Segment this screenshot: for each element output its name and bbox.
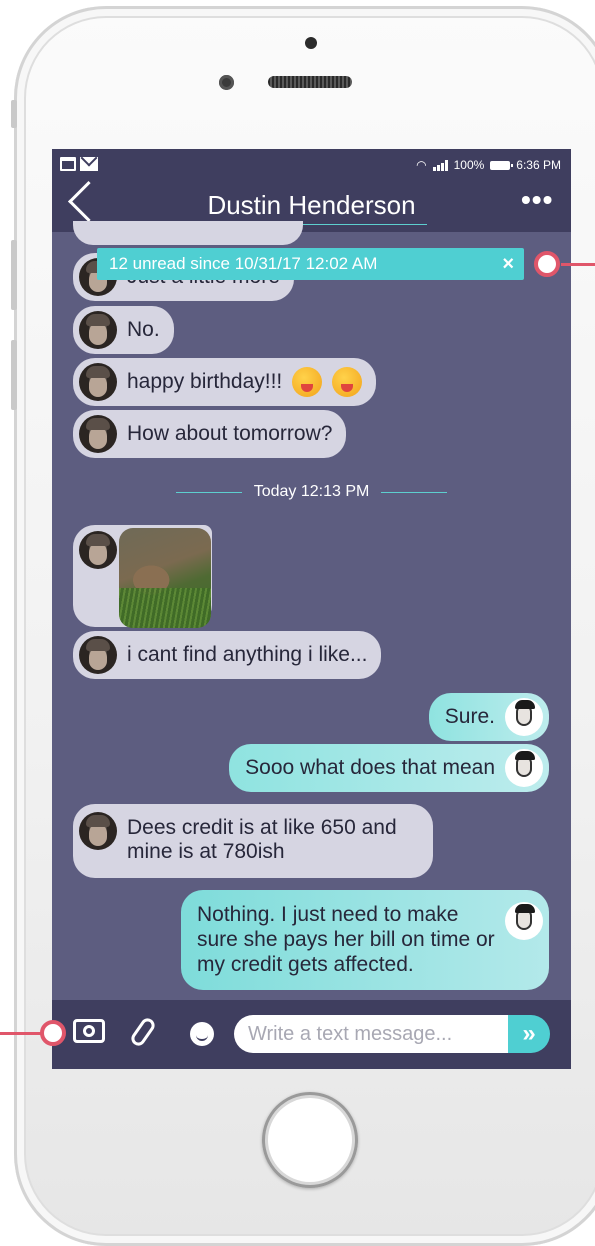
avatar — [505, 902, 543, 940]
photo-message[interactable] — [73, 525, 212, 628]
tongue-emoji-icon — [332, 367, 363, 397]
earpiece-speaker — [268, 76, 352, 88]
avatar — [79, 531, 117, 569]
callout-marker — [534, 251, 560, 277]
contact-name[interactable]: Dustin Henderson — [52, 190, 571, 221]
home-button[interactable] — [262, 1092, 358, 1188]
message-bubble-incoming[interactable]: No. — [73, 306, 174, 354]
list-item: How about tomorrow? — [73, 410, 347, 458]
divider-text: Today 12:13 PM — [253, 483, 370, 500]
divider-line — [175, 491, 242, 493]
list-item: i cant find anything i like... — [73, 631, 382, 679]
avatar — [79, 363, 117, 401]
message-bubble-incoming[interactable]: How about tomorrow? — [73, 410, 347, 458]
volume-up-button — [11, 240, 17, 310]
message-text: Nothing. I just need to make sure she pa… — [197, 903, 495, 976]
message-text: Sooo what does that mean — [245, 756, 495, 779]
message-text: Dees credit is at like 650 and mine is a… — [127, 816, 397, 863]
message-text: happy birthday!!! — [127, 370, 283, 393]
camera-icon[interactable] — [73, 1019, 105, 1043]
avatar — [79, 415, 117, 453]
send-button[interactable]: » — [508, 1015, 550, 1053]
list-item: Dees credit is at like 650 and mine is a… — [73, 804, 433, 878]
unread-text: 12 unread since 10/31/17 12:02 AM — [109, 254, 378, 273]
proximity-sensor — [305, 37, 317, 49]
list-item: Sure. — [428, 693, 549, 741]
avatar — [79, 812, 117, 850]
emoji-icon[interactable] — [190, 1022, 214, 1046]
paperclip-icon[interactable] — [128, 1015, 158, 1049]
close-icon[interactable]: × — [502, 253, 514, 276]
message-text: Sure. — [444, 705, 495, 728]
battery-percent: 100% — [453, 158, 485, 172]
message-text: i cant find anything i like... — [127, 643, 368, 666]
callout-line — [0, 1032, 44, 1035]
list-item: happy birthday!!! — [73, 358, 377, 406]
chat-screen: ◠ 100% 6:36 PM Dustin Henderson ••• Just… — [52, 149, 571, 1069]
message-bubble-outgoing[interactable]: Sure. — [428, 693, 549, 741]
list-item: Nothing. I just need to make sure she pa… — [181, 890, 549, 990]
time-divider: Today 12:13 PM — [52, 483, 571, 501]
avatar — [505, 749, 543, 787]
callout-line — [561, 263, 595, 266]
photo-thumbnail[interactable] — [119, 528, 211, 628]
message-bubble-incoming[interactable]: i cant find anything i like... — [73, 631, 382, 679]
ellipsis-icon[interactable]: ••• — [521, 186, 552, 214]
avatar — [79, 636, 117, 674]
message-bubble-incoming[interactable]: happy birthday!!! — [73, 358, 377, 406]
list-item: Sooo what does that mean — [229, 744, 549, 792]
chat-header: ◠ 100% 6:36 PM Dustin Henderson ••• — [52, 149, 571, 232]
compose-bar: » — [52, 1000, 571, 1069]
signal-icon — [432, 159, 448, 171]
battery-icon — [490, 160, 514, 170]
unread-banner[interactable]: 12 unread since 10/31/17 12:02 AM × — [97, 248, 524, 280]
list-item: No. — [73, 306, 174, 354]
avatar — [79, 311, 117, 349]
callout-marker — [40, 1020, 66, 1046]
divider-line — [381, 491, 448, 493]
message-text: No. — [127, 318, 160, 341]
status-bar: ◠ 100% 6:36 PM — [52, 149, 571, 179]
status-time: 6:36 PM — [516, 158, 561, 172]
mute-switch — [11, 100, 17, 128]
message-text: How about tomorrow? — [127, 422, 333, 445]
message-input[interactable] — [234, 1015, 512, 1053]
avatar — [505, 698, 543, 736]
calendar-icon — [60, 157, 76, 171]
message-bubble-outgoing[interactable]: Nothing. I just need to make sure she pa… — [181, 890, 549, 990]
front-camera — [219, 75, 234, 90]
wifi-icon: ◠ — [416, 158, 427, 172]
message-bubble-incoming[interactable] — [73, 221, 303, 245]
list-item — [73, 221, 303, 245]
volume-down-button — [11, 340, 17, 410]
message-bubble-incoming[interactable]: Dees credit is at like 650 and mine is a… — [73, 804, 433, 878]
message-bubble-outgoing[interactable]: Sooo what does that mean — [229, 744, 549, 792]
mail-icon — [80, 157, 98, 171]
tongue-emoji-icon — [292, 367, 323, 397]
